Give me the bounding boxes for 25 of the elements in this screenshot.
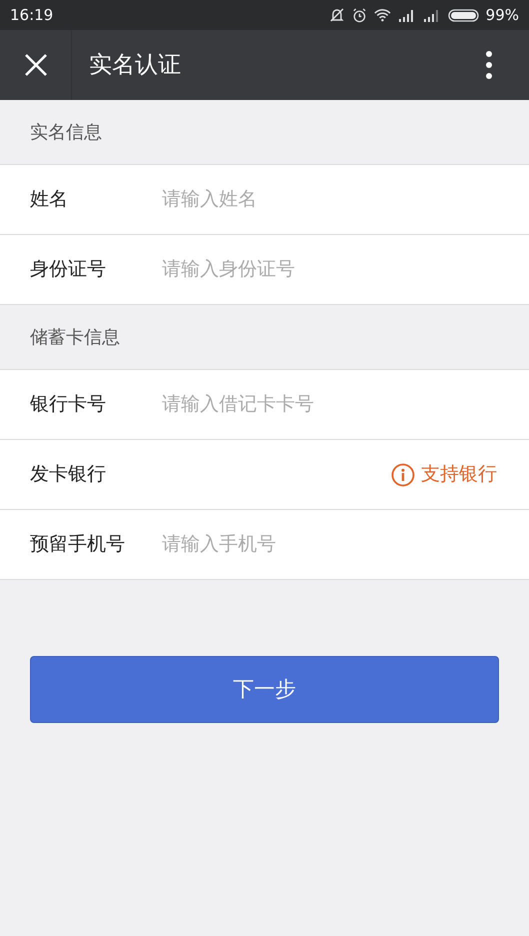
section-header: 储蓄卡信息	[30, 326, 120, 350]
wifi-icon	[374, 8, 391, 22]
alarm-icon	[352, 8, 367, 22]
battery-icon	[448, 8, 479, 22]
page-title: 实名认证	[89, 50, 181, 80]
field-label: 身份证号	[30, 257, 107, 282]
field-label: 发卡银行	[30, 462, 107, 488]
field-label: 预留手机号	[30, 532, 126, 558]
field-label: 姓名	[30, 187, 69, 212]
section-header: 实名信息	[30, 120, 102, 144]
input-field[interactable]: 请输入姓名	[162, 185, 497, 214]
field-label: 银行卡号	[30, 392, 107, 418]
close-icon	[24, 53, 48, 77]
info-icon	[391, 462, 415, 486]
input-field[interactable]: 请输入身份证号	[162, 255, 497, 284]
next-button[interactable]: 下一步	[30, 656, 499, 723]
status-time: 16:19	[10, 4, 54, 26]
signal-icon	[398, 8, 416, 22]
signal-icon	[422, 8, 441, 22]
input-field[interactable]: 请输入手机号	[162, 530, 497, 559]
more-icon	[485, 50, 493, 80]
mute-icon	[328, 7, 345, 23]
battery-percent: 99%	[486, 4, 519, 26]
supported-banks-link[interactable]: 支持银行	[391, 460, 497, 489]
input-field[interactable]: 请输入借记卡卡号	[162, 390, 497, 419]
